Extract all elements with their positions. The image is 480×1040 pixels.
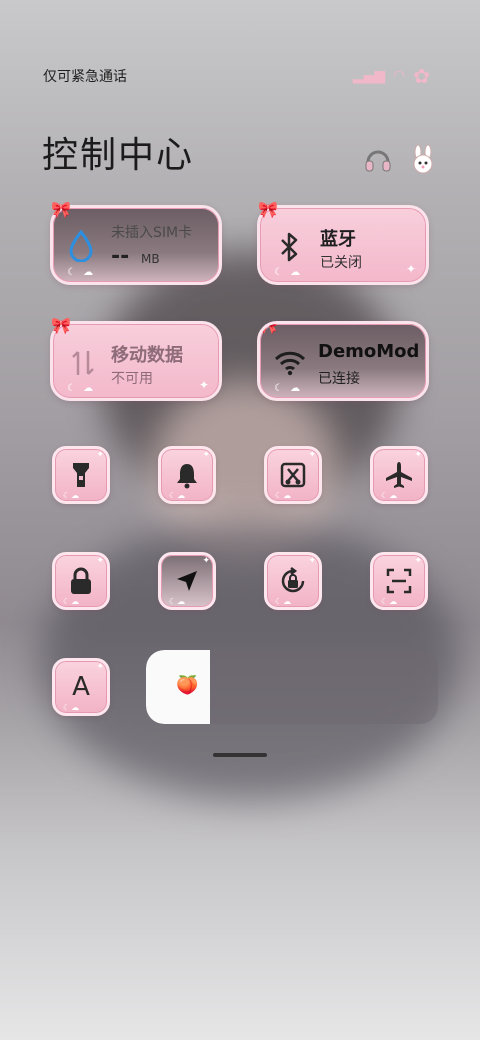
page-title: 控制中心 [42, 135, 195, 176]
wifi-status: 已连接 [318, 371, 360, 387]
star-decoration-icon: ✦ [202, 556, 210, 566]
brightness-slider[interactable]: 🍑 [146, 650, 438, 724]
star-decoration-icon: ✦ [96, 450, 104, 460]
cloud-decoration-icon: ☾☁ [169, 491, 187, 500]
font-size-button[interactable]: ✦ A ☾☁ [52, 658, 110, 716]
location-arrow-icon [177, 571, 197, 591]
airplane-icon [386, 462, 412, 488]
cloud-decoration-icon: ☾☁ [381, 597, 399, 606]
headphones-icon[interactable] [360, 142, 396, 178]
star-decoration-icon: ✦ [414, 450, 422, 460]
hat-decoration-icon: 🎀 [51, 316, 71, 335]
airplane-toggle[interactable]: ✦ ☾☁ [370, 446, 428, 504]
screenshot-scissors-icon [280, 462, 306, 488]
cloud-decoration-icon: ☾☁ [63, 491, 81, 500]
flashlight-toggle[interactable]: ✦ ☾☁ [52, 446, 110, 504]
data-usage-value: -- [111, 244, 130, 269]
rotation-lock-icon [281, 567, 305, 593]
bunny-avatar-icon[interactable] [405, 142, 441, 178]
bluetooth-status: 已关闭 [320, 255, 362, 271]
status-icons: ▂▄▆ ◠ ✿ [353, 64, 430, 88]
signal-icon: ▂▄▆ [352, 68, 386, 84]
mobile-data-title: 移动数据 [111, 345, 183, 366]
hat-decoration-icon: 🎀 [258, 321, 278, 335]
hat-decoration-icon: 🎀 [258, 200, 278, 219]
cloud-decoration-icon: ☾☁ [169, 597, 187, 606]
flashlight-icon [73, 463, 89, 487]
cloud-decoration-icon: ☾ ☁ [274, 267, 303, 278]
cloud-decoration-icon: ☾☁ [275, 597, 293, 606]
bell-toggle[interactable]: ✦ ☾☁ [158, 446, 216, 504]
bluetooth-title: 蓝牙 [320, 229, 356, 250]
mobile-data-arrows-icon [71, 348, 95, 382]
wifi-status-icon: ◠ [393, 68, 406, 84]
star-decoration-icon: ✦ [308, 450, 316, 460]
bluetooth-tile[interactable]: 🎀 蓝牙 已关闭 ✦ ☾ ☁ [257, 200, 429, 285]
cloud-decoration-icon: ☾☁ [275, 491, 293, 500]
hat-decoration-icon: 🎀 [51, 200, 71, 219]
wifi-tile[interactable]: 🎀 DemoMod 已连接 ☾ ☁ [257, 321, 429, 401]
wifi-icon [274, 350, 306, 380]
data-usage-tile[interactable]: 🎀 未插入SIM卡 -- MB ☾ ☁ [50, 200, 222, 285]
screenshot-toggle[interactable]: ✦ ☾☁ [264, 446, 322, 504]
battery-flower-icon: ✿ [413, 64, 430, 88]
cloud-decoration-icon: ☾☁ [63, 597, 81, 606]
location-toggle[interactable]: ✦ ☾☁ [158, 552, 216, 610]
mobile-data-status: 不可用 [111, 371, 153, 387]
star-decoration-icon: ✦ [96, 556, 104, 566]
scan-icon [386, 568, 412, 594]
data-usage-unit: MB [141, 252, 160, 266]
bell-icon [177, 464, 197, 489]
star-decoration-icon: ✦ [198, 378, 209, 392]
status-carrier-text: 仅可紧急通话 [43, 69, 127, 85]
lock-toggle[interactable]: ✦ ☾☁ [52, 552, 110, 610]
lock-icon [71, 567, 91, 594]
cloud-decoration-icon: ☾ ☁ [274, 383, 303, 394]
star-decoration-icon: ✦ [405, 262, 416, 276]
star-decoration-icon: ✦ [308, 556, 316, 566]
star-decoration-icon: ✦ [202, 450, 210, 460]
font-size-label: A [72, 672, 90, 702]
bluetooth-icon [278, 232, 300, 266]
water-drop-icon [67, 229, 95, 266]
data-usage-title: 未插入SIM卡 [111, 225, 193, 241]
cloud-decoration-icon: ☾ ☁ [67, 267, 96, 278]
mobile-data-tile[interactable]: 🎀 移动数据 不可用 ✦ ☾ ☁ [50, 316, 222, 401]
wifi-network-name: DemoMod [318, 341, 420, 362]
peach-icon: 🍑 [176, 675, 199, 696]
star-decoration-icon: ✦ [96, 662, 104, 672]
cloud-decoration-icon: ☾☁ [63, 703, 81, 712]
star-decoration-icon: ✦ [414, 556, 422, 566]
cloud-decoration-icon: ☾☁ [381, 491, 399, 500]
rotation-lock-toggle[interactable]: ✦ ☾☁ [264, 552, 322, 610]
home-indicator[interactable] [213, 753, 267, 757]
scan-toggle[interactable]: ✦ ☾☁ [370, 552, 428, 610]
cloud-decoration-icon: ☾ ☁ [67, 383, 96, 394]
